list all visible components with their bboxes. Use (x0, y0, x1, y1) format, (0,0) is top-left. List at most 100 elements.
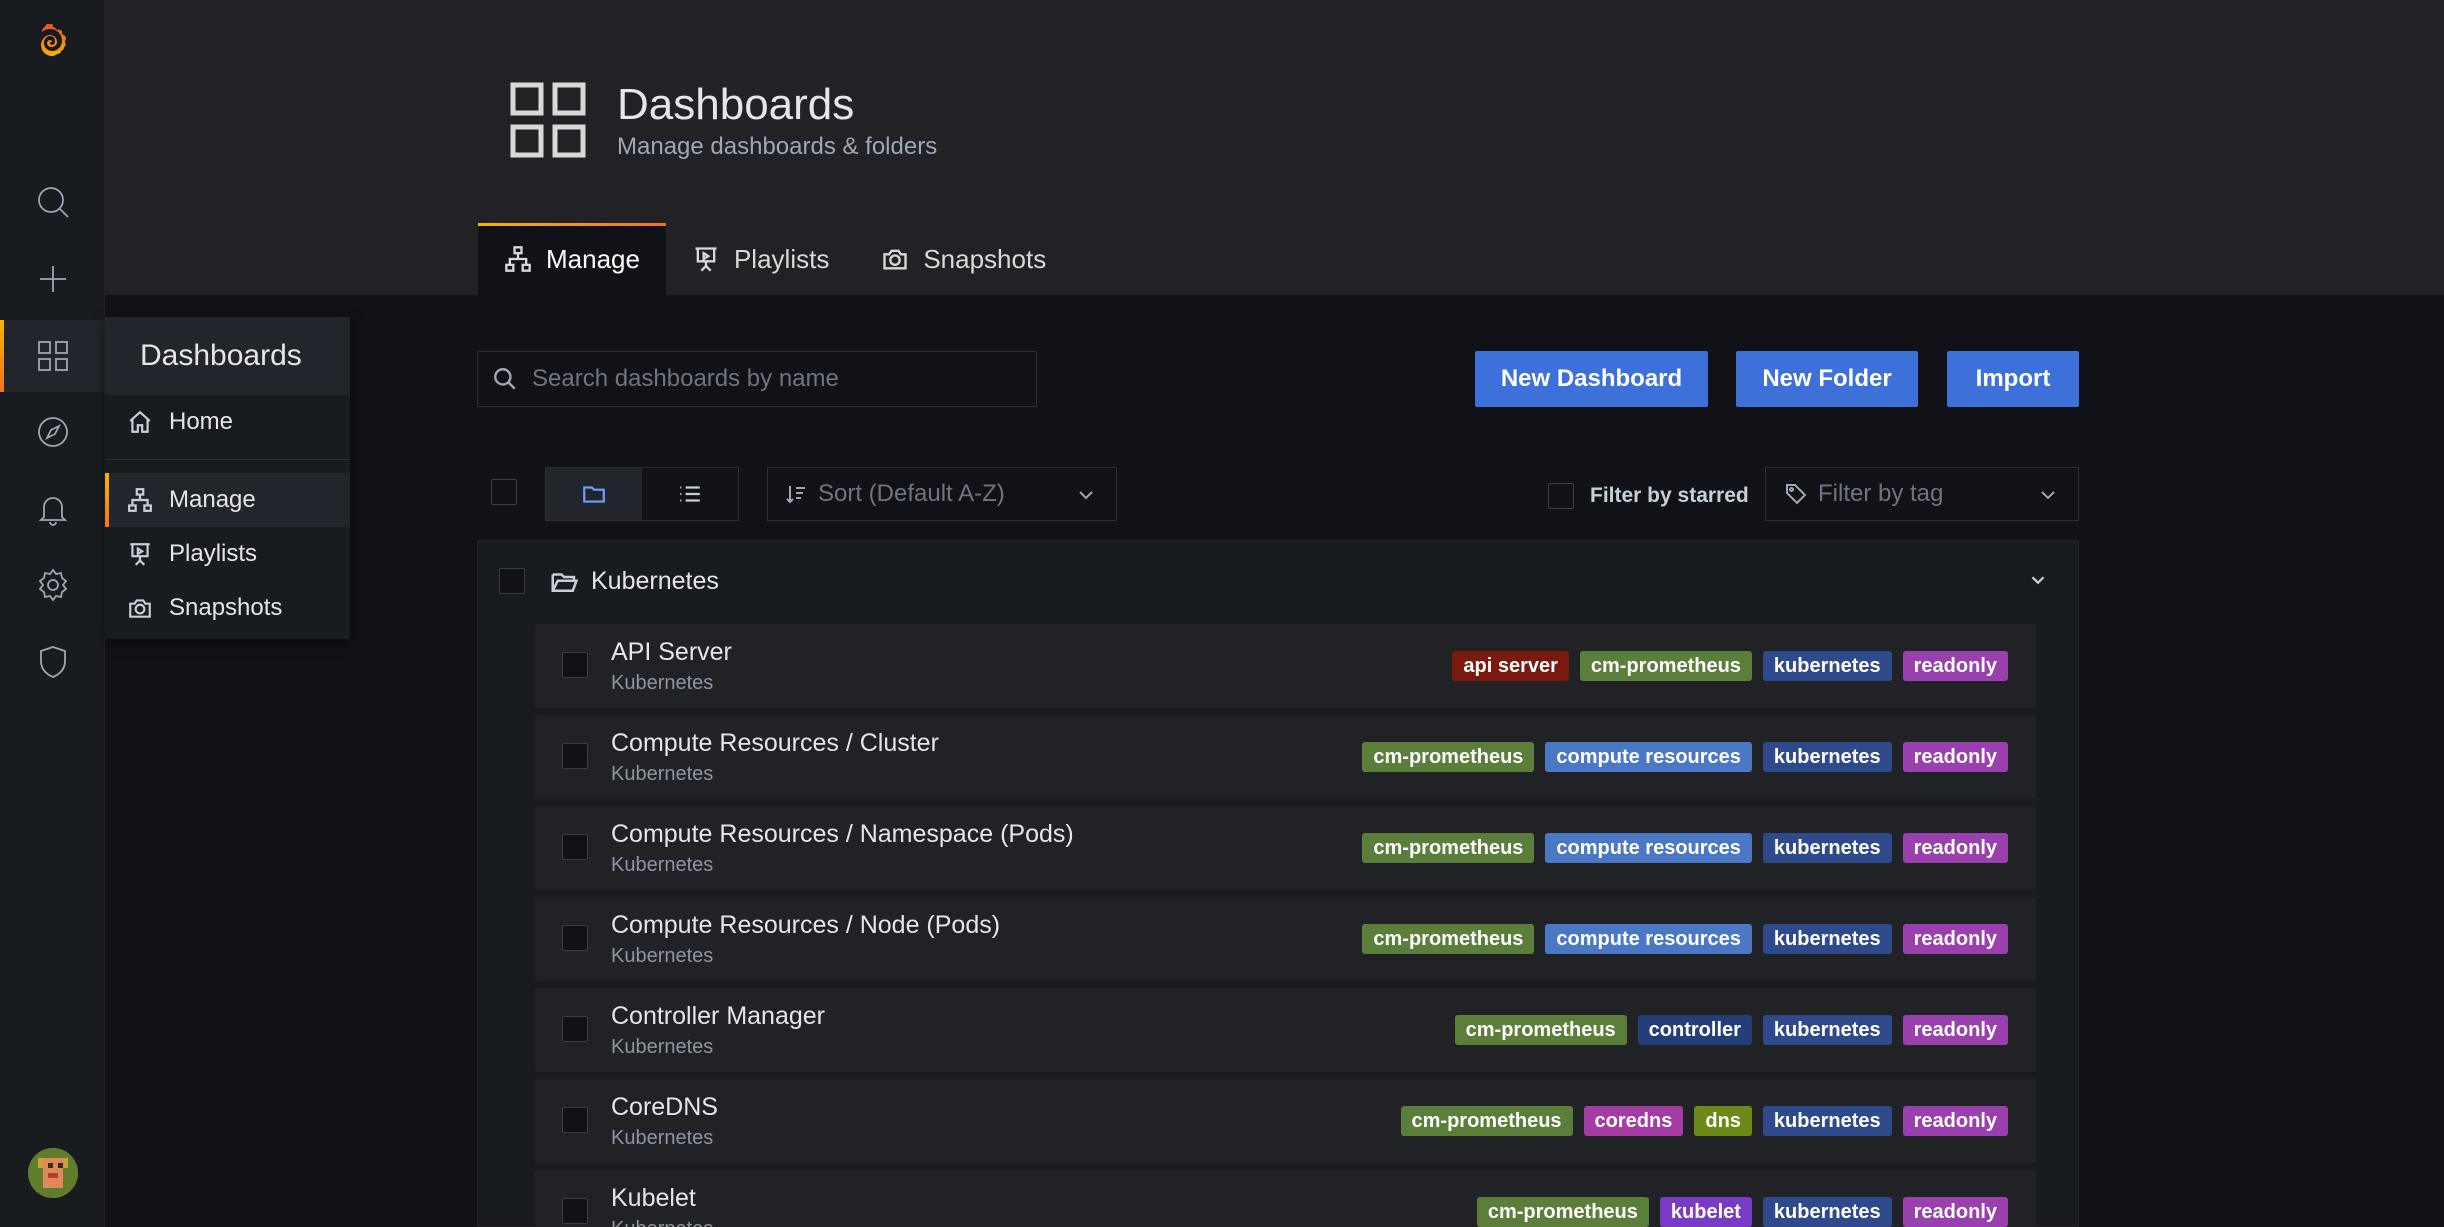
dashboard-title[interactable]: Compute Resources / Cluster (611, 729, 939, 758)
tag-list: cm-prometheus controller kubernetes readonl… (1454, 1015, 2008, 1045)
home-icon (129, 410, 151, 433)
tag-badge[interactable]: coredns (1583, 1106, 1684, 1136)
tab-playlists[interactable]: Playlists (666, 223, 855, 295)
dashboard-title[interactable]: Controller Manager (611, 1002, 825, 1031)
flyout-title[interactable]: Dashboards (105, 317, 350, 395)
search-input[interactable] (532, 365, 1012, 393)
tag-badge[interactable]: kubelet (1659, 1197, 1752, 1227)
folder-row-kubernetes[interactable]: Kubernetes (477, 555, 2079, 607)
new-folder-button[interactable]: New Folder (1736, 351, 1918, 407)
tag-badge[interactable]: kubernetes (1762, 924, 1892, 954)
dashboard-title[interactable]: Kubelet (611, 1184, 696, 1213)
dashboard-folder: Kubernetes (611, 854, 714, 876)
flyout-item-manage[interactable]: Manage (105, 473, 350, 527)
table-row[interactable]: Compute Resources / Node (Pods) Kubernete… (535, 897, 2036, 981)
dashboard-title[interactable]: Compute Resources / Namespace (Pods) (611, 820, 1074, 849)
table-row[interactable]: Kubelet Kubernetes cm-prometheus kubelet kub… (535, 1170, 2036, 1227)
flyout-item-snapshots[interactable]: Snapshots (105, 581, 350, 635)
row-checkbox[interactable] (562, 834, 588, 860)
dashboard-title[interactable]: CoreDNS (611, 1093, 718, 1122)
tag-badge[interactable]: kubernetes (1762, 1106, 1892, 1136)
tag-badge[interactable]: readonly (1902, 742, 2008, 772)
dashboards-icon[interactable] (0, 320, 105, 392)
table-row[interactable]: Controller Manager Kubernetes cm-prometheu… (535, 988, 2036, 1072)
gear-icon[interactable] (0, 549, 105, 621)
tab-snapshots[interactable]: Snapshots (855, 223, 1072, 295)
row-checkbox[interactable] (562, 743, 588, 769)
tag-badge[interactable]: readonly (1902, 651, 2008, 681)
grafana-logo-icon[interactable] (0, 8, 105, 80)
flyout-item-playlists[interactable]: Playlists (105, 527, 350, 581)
table-row[interactable]: Compute Resources / Cluster Kubernetes cm-… (535, 715, 2036, 799)
tag-badge[interactable]: cm-prometheus (1400, 1106, 1573, 1136)
search-box[interactable] (477, 351, 1037, 407)
tag-badge[interactable]: kubernetes (1762, 1197, 1892, 1227)
search-icon[interactable] (0, 166, 105, 238)
tag-badge[interactable]: kubernetes (1762, 833, 1892, 863)
tag-filter-placeholder: Filter by tag (1818, 480, 1944, 507)
tag-badge[interactable]: readonly (1902, 1197, 2008, 1227)
tag-badge[interactable]: readonly (1902, 1015, 2008, 1045)
folder-name: Kubernetes (591, 566, 719, 595)
tag-badge[interactable]: cm-prometheus (1362, 742, 1535, 772)
row-checkbox[interactable] (562, 1107, 588, 1133)
tag-badge[interactable]: readonly (1902, 833, 2008, 863)
tag-badge[interactable]: readonly (1902, 924, 2008, 954)
row-checkbox[interactable] (562, 1016, 588, 1042)
tag-badge[interactable]: kubernetes (1762, 1015, 1892, 1045)
tag-icon (1786, 484, 1807, 505)
filter-starred-checkbox[interactable] (1548, 483, 1574, 509)
tag-badge[interactable]: compute resources (1545, 833, 1752, 863)
tab-manage-label: Manage (546, 243, 640, 274)
tag-badge[interactable]: kubernetes (1762, 742, 1892, 772)
tag-filter-select[interactable]: Filter by tag (1765, 467, 2079, 521)
select-all-checkbox[interactable] (491, 479, 517, 505)
tag-badge[interactable]: readonly (1902, 1106, 2008, 1136)
dashboard-title[interactable]: API Server (611, 638, 732, 667)
tag-badge[interactable]: kubernetes (1762, 651, 1892, 681)
explore-compass-icon[interactable] (0, 396, 105, 468)
camera-icon (883, 249, 907, 270)
plus-icon[interactable] (0, 243, 105, 315)
chevron-down-icon[interactable] (2027, 569, 2049, 596)
tag-badge[interactable]: cm-prometheus (1579, 651, 1752, 681)
table-row[interactable]: API Server Kubernetes api server cm-prometh… (535, 624, 2036, 708)
folder-view-button[interactable] (546, 468, 642, 520)
new-dashboard-button[interactable]: New Dashboard (1475, 351, 1708, 407)
tag-badge[interactable]: dns (1694, 1106, 1752, 1136)
avatar[interactable] (28, 1148, 78, 1198)
tag-badge[interactable]: cm-prometheus (1454, 1015, 1627, 1045)
table-row[interactable]: Compute Resources / Namespace (Pods) Kube… (535, 806, 2036, 890)
tag-list: cm-prometheus kubelet kubernetes readonly (1476, 1197, 2008, 1227)
row-checkbox[interactable] (562, 652, 588, 678)
tab-manage[interactable]: Manage (478, 223, 666, 295)
table-row[interactable]: CoreDNS Kubernetes cm-prometheus coredns dns… (535, 1079, 2036, 1163)
presentation-icon (695, 247, 717, 272)
chevron-down-icon (2041, 491, 2055, 500)
tag-badge[interactable]: controller (1637, 1015, 1752, 1045)
tab-snapshots-label: Snapshots (923, 243, 1047, 274)
tag-badge[interactable]: cm-prometheus (1362, 833, 1535, 863)
flyout-item-label: Playlists (169, 540, 258, 567)
tag-badge[interactable]: cm-prometheus (1476, 1197, 1649, 1227)
list-view-button[interactable] (642, 468, 738, 520)
sort-icon (786, 486, 805, 504)
list-icon (680, 486, 700, 502)
dashboard-title[interactable]: Compute Resources / Node (Pods) (611, 911, 1000, 940)
tag-badge[interactable]: compute resources (1545, 924, 1752, 954)
dashboard-folder: Kubernetes (611, 945, 714, 967)
tag-badge[interactable]: compute resources (1545, 742, 1752, 772)
shield-icon[interactable] (0, 626, 105, 698)
alerting-bell-icon[interactable] (0, 473, 105, 545)
flyout-item-home[interactable]: Home (105, 395, 350, 449)
folder-checkbox[interactable] (499, 568, 525, 594)
tag-list: api server cm-prometheus kubernetes readonl… (1452, 651, 2008, 681)
tag-badge[interactable]: api server (1452, 651, 1569, 681)
import-button[interactable]: Import (1947, 351, 2079, 407)
row-checkbox[interactable] (562, 925, 588, 951)
tag-badge[interactable]: cm-prometheus (1362, 924, 1535, 954)
flyout-divider (105, 459, 350, 460)
row-checkbox[interactable] (562, 1198, 588, 1224)
sort-select[interactable]: Sort (Default A-Z) (767, 467, 1117, 521)
dashboards-grid-icon (508, 80, 588, 160)
